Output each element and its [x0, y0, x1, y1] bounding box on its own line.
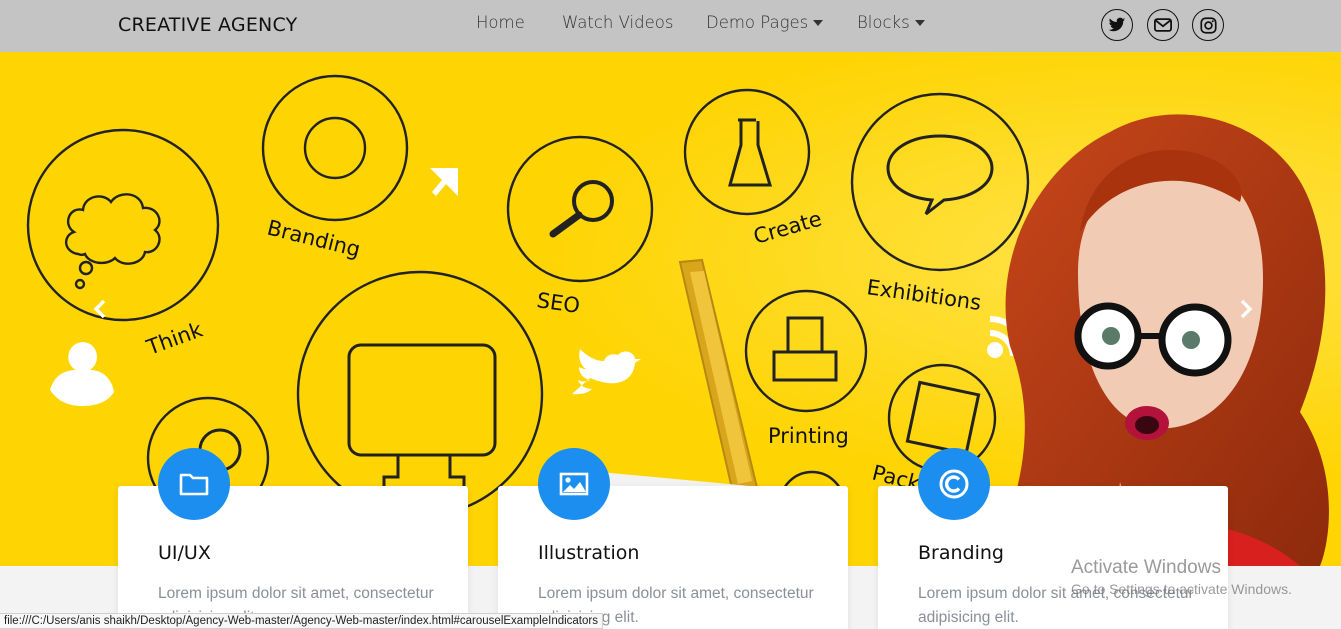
carousel-prev-button[interactable]	[88, 294, 112, 324]
chevron-left-icon	[93, 299, 106, 319]
card-text: Lorem ipsum dolor sit amet, consectetur …	[918, 585, 1194, 626]
card-title: Illustration	[538, 542, 640, 564]
copyright-icon	[939, 469, 969, 499]
caret-down-icon	[914, 20, 925, 26]
envelope-icon[interactable]	[1147, 9, 1179, 41]
nav-demo-pages-label: Demo Pages	[706, 13, 809, 32]
uiux-card-icon-button[interactable]	[158, 448, 230, 520]
nav-home[interactable]: Home	[476, 13, 525, 32]
chevron-right-icon	[1240, 299, 1253, 319]
brand-logo[interactable]: CREATIVE AGENCY	[118, 14, 297, 36]
caret-down-icon	[813, 20, 824, 26]
illustration-card-icon-button[interactable]	[538, 448, 610, 520]
navbar: CREATIVE AGENCY Home Watch Videos Demo P…	[0, 0, 1341, 52]
nav-blocks-label: Blocks	[857, 13, 910, 32]
nav-blocks-dropdown[interactable]: Blocks	[857, 13, 925, 32]
card-title: Branding	[918, 542, 1004, 564]
twitter-icon[interactable]	[1101, 9, 1133, 41]
instagram-icon[interactable]	[1192, 9, 1224, 41]
page: CREATIVE AGENCY Home Watch Videos Demo P…	[0, 0, 1341, 629]
hero-label-printing: Printing	[768, 424, 849, 448]
folder-icon	[179, 473, 209, 496]
nav-watch-videos[interactable]: Watch Videos	[562, 13, 673, 32]
nav-watch-videos-label: Watch Videos	[562, 13, 674, 32]
card-title: UI/UX	[158, 542, 211, 564]
nav-demo-pages-dropdown[interactable]: Demo Pages	[706, 13, 824, 32]
branding-card-icon-button[interactable]	[918, 448, 990, 520]
carousel-next-button[interactable]	[1234, 294, 1258, 324]
image-icon	[559, 472, 589, 496]
browser-status-url: file:///C:/Users/anis shaikh/Desktop/Age…	[0, 613, 603, 629]
nav-home-label: Home	[476, 13, 525, 32]
